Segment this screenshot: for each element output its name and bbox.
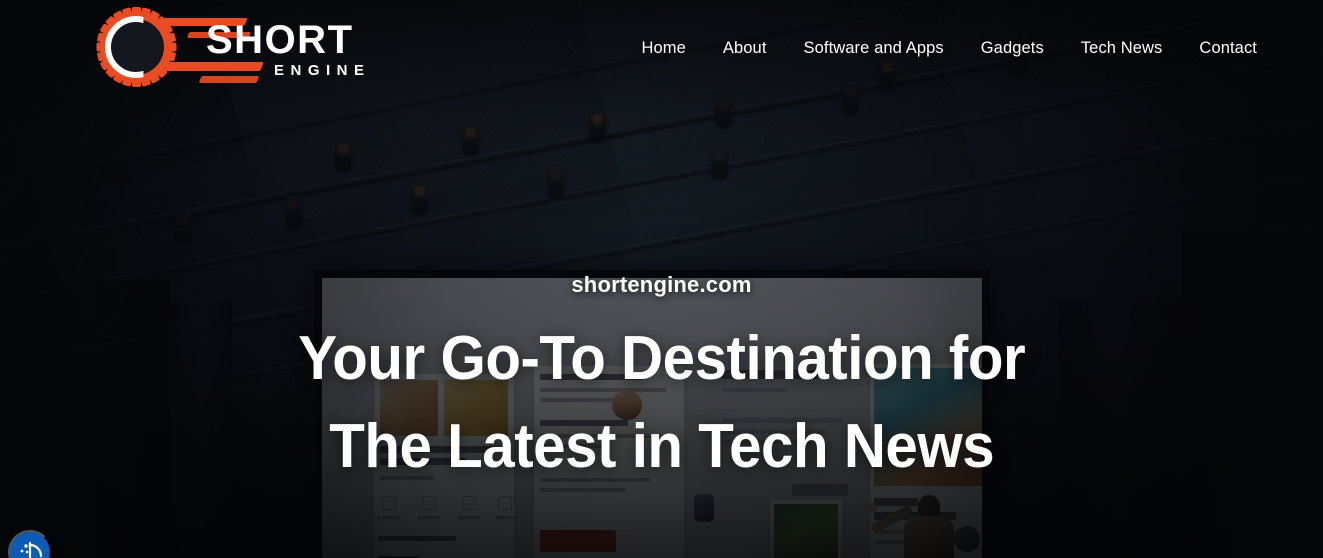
nav-item-about[interactable]: About	[723, 39, 767, 58]
hero-section: SHORT ENGINE Home About Software and App…	[0, 0, 1323, 558]
main-navigation: Home About Software and Apps Gadgets Tec…	[641, 0, 1257, 96]
logo-primary-text: SHORT	[206, 18, 354, 62]
nav-item-gadgets[interactable]: Gadgets	[981, 39, 1044, 58]
nav-item-tech-news[interactable]: Tech News	[1081, 39, 1163, 58]
logo-streak	[198, 76, 260, 83]
logo-secondary-text: ENGINE	[274, 62, 371, 79]
nav-item-contact[interactable]: Contact	[1199, 39, 1257, 58]
nav-item-home[interactable]: Home	[641, 39, 685, 58]
site-logo[interactable]: SHORT ENGINE	[96, 6, 416, 90]
nav-item-software-and-apps[interactable]: Software and Apps	[804, 39, 944, 58]
accessibility-icon	[20, 541, 43, 558]
site-header: SHORT ENGINE Home About Software and App…	[0, 0, 1323, 96]
logo-streak	[164, 62, 264, 71]
